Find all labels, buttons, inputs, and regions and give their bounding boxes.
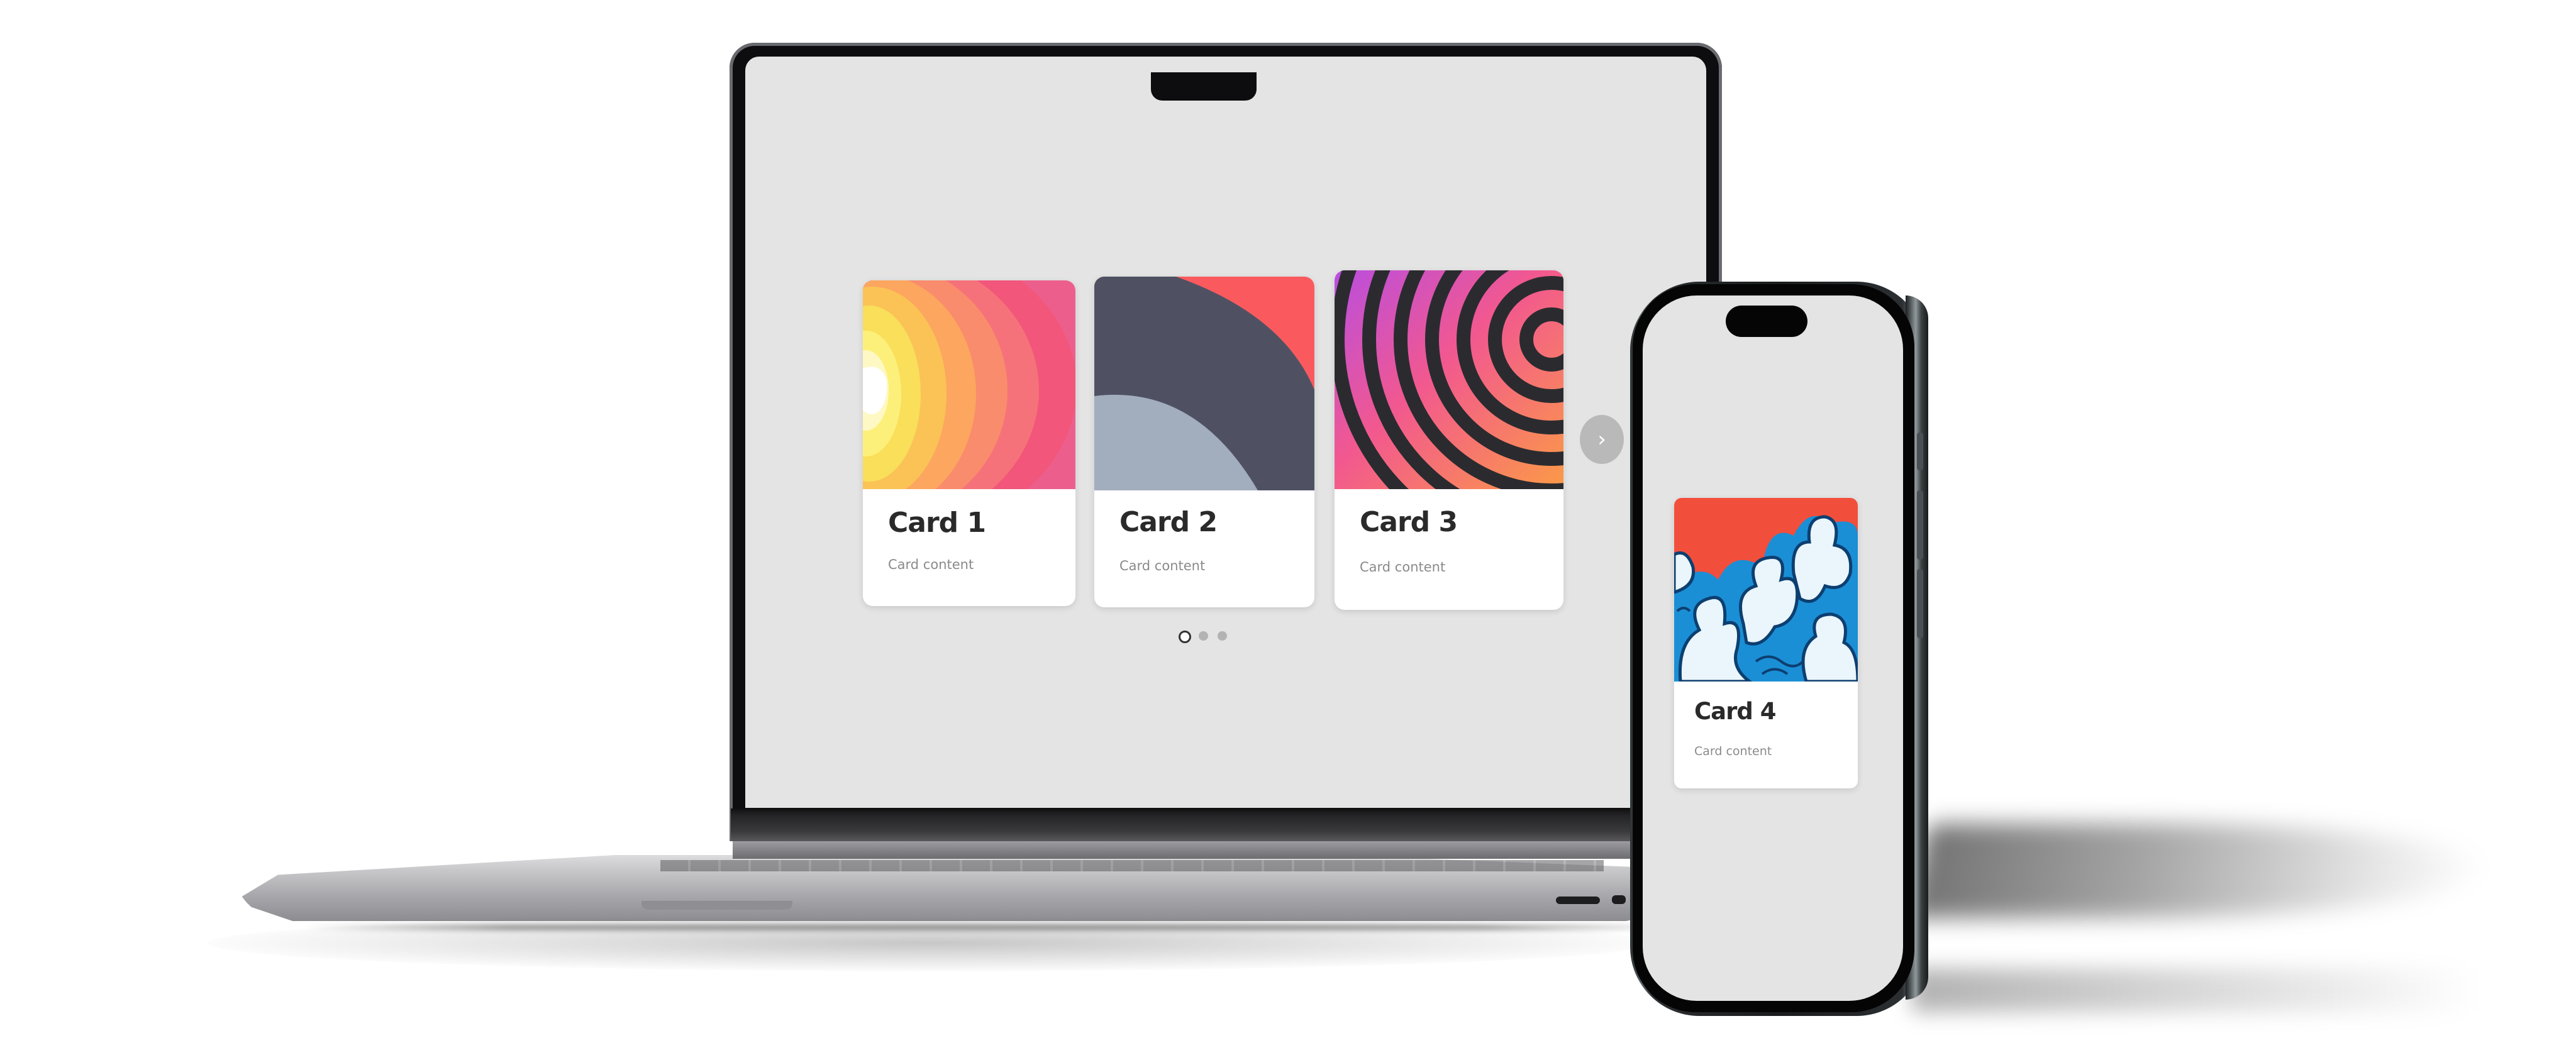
laptop-port-small [1612, 895, 1626, 904]
card-4-content: Card content [1694, 744, 1772, 758]
phone-shadow [1908, 824, 2494, 918]
phone-volume-up-button [1917, 490, 1923, 560]
phone-action-button [1917, 433, 1923, 470]
laptop-feet [302, 924, 1685, 930]
carousel-card-2[interactable]: Card 2 Card content [1094, 277, 1314, 607]
card-2-content: Card content [1119, 558, 1206, 573]
phone-volume-down-button [1917, 569, 1923, 638]
carousel-card-1[interactable]: Card 1 Card content [863, 280, 1075, 606]
card-1-title: Card 1 [888, 507, 986, 539]
laptop-shadow [208, 915, 1654, 971]
carousel-card-3[interactable]: Card 3 Card content [1335, 270, 1563, 610]
card-3-image [1335, 270, 1563, 489]
pagination-dot-3[interactable] [1218, 631, 1227, 641]
laptop-hinge [733, 841, 1721, 859]
chevron-right-icon: › [1597, 427, 1606, 452]
carousel-card-4[interactable]: Card 4 Card content [1674, 498, 1858, 788]
laptop-keyboard [660, 860, 1604, 871]
laptop-lid-notch [641, 901, 792, 910]
card-2-image [1094, 277, 1314, 490]
card-1-content: Card content [888, 557, 974, 572]
carousel-next-button[interactable]: › [1580, 415, 1624, 464]
dynamic-island [1726, 306, 1807, 337]
card-3-content: Card content [1360, 560, 1446, 575]
camera-notch [1151, 72, 1257, 101]
pagination-dot-2[interactable] [1199, 631, 1208, 641]
phone-shadow-lower [1912, 968, 2478, 1012]
card-4-image [1674, 498, 1858, 682]
laptop-bottom-bezel [731, 808, 1722, 841]
card-3-title: Card 3 [1360, 506, 1458, 538]
card-4-title: Card 4 [1694, 698, 1776, 725]
card-1-image [863, 280, 1075, 489]
card-2-title: Card 2 [1119, 506, 1218, 538]
laptop-port [1556, 897, 1600, 904]
pagination-dot-1[interactable] [1179, 631, 1191, 643]
